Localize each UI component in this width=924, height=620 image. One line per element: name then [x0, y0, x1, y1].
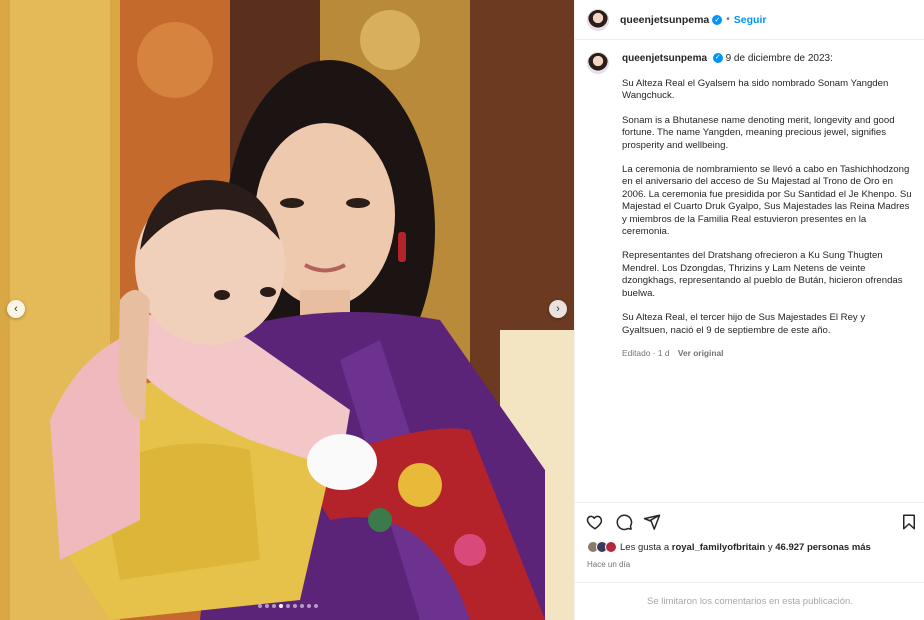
follow-button[interactable]: Seguir: [734, 14, 767, 26]
caption-paragraph: Su Alteza Real el Gyalsem ha sido nombra…: [622, 78, 889, 102]
caption-meta: Editado · 1 d Ver original: [622, 348, 912, 358]
avatar[interactable]: [587, 8, 609, 31]
carousel-next-button[interactable]: ›: [549, 300, 567, 318]
bookmark-icon[interactable]: [900, 513, 918, 531]
carousel-dot: [307, 604, 311, 608]
carousel-prev-button[interactable]: ‹: [7, 300, 25, 318]
carousel-dot: [258, 604, 262, 608]
carousel-dot: [300, 604, 304, 608]
action-bar: [575, 502, 924, 538]
avatar: [605, 541, 617, 553]
likes-prefix: Les gusta a: [620, 541, 670, 553]
caption-paragraph: Sonam is a Bhutanese name denoting merit…: [622, 114, 895, 151]
avatar[interactable]: [587, 52, 609, 74]
carousel-indicator: [258, 604, 318, 608]
chevron-right-icon: ›: [556, 303, 560, 315]
post-photo[interactable]: ‹ ›: [0, 0, 574, 620]
post-details-panel: queenjetsunpema ✓ • Seguir queenjetsunpe…: [574, 0, 924, 620]
carousel-dot: [293, 604, 297, 608]
carousel-dot: [286, 604, 290, 608]
carousel-dot: [272, 604, 276, 608]
carousel-dot: [279, 604, 283, 608]
post-timestamp[interactable]: Hace un día: [587, 560, 630, 569]
caption-paragraph: Su Alteza Real, el tercer hijo de Sus Ma…: [622, 312, 866, 336]
carousel-dot: [265, 604, 269, 608]
caption-paragraph: Representantes del Dratshang ofrecieron …: [622, 250, 903, 299]
comment-icon[interactable]: [615, 513, 633, 531]
verified-icon: ✓: [712, 53, 723, 64]
chevron-left-icon: ‹: [14, 303, 18, 315]
post-header: queenjetsunpema ✓ • Seguir: [575, 0, 924, 40]
post-caption: queenjetsunpema ✓ 9 de diciembre de 2023…: [587, 52, 913, 358]
share-icon[interactable]: [643, 513, 661, 531]
caption-username-link[interactable]: queenjetsunpema: [622, 53, 707, 64]
likes-count-link[interactable]: 46.927 personas más: [775, 542, 871, 553]
likes-summary: Les gusta a royal_familyofbritain y 46.9…: [587, 541, 871, 553]
photo-illustration: [0, 0, 574, 620]
caption-date: 9 de diciembre de 2023:: [725, 53, 833, 64]
caption-paragraph: La ceremonia de nombramiento se llevó a …: [622, 164, 912, 238]
separator-dot: •: [726, 14, 730, 25]
likes-connector: y: [767, 541, 773, 553]
liker-avatars[interactable]: [587, 541, 617, 553]
username-link[interactable]: queenjetsunpema: [620, 14, 709, 26]
comments-disabled-notice: Se limitaron los comentarios en esta pub…: [575, 582, 924, 620]
heart-icon[interactable]: [586, 513, 604, 531]
liker-username-link[interactable]: royal_familyofbritain: [672, 542, 765, 553]
carousel-dot: [314, 604, 318, 608]
view-original-link[interactable]: Ver original: [678, 348, 724, 358]
edited-label: Editado · 1 d: [622, 347, 670, 358]
verified-icon: ✓: [712, 14, 723, 25]
